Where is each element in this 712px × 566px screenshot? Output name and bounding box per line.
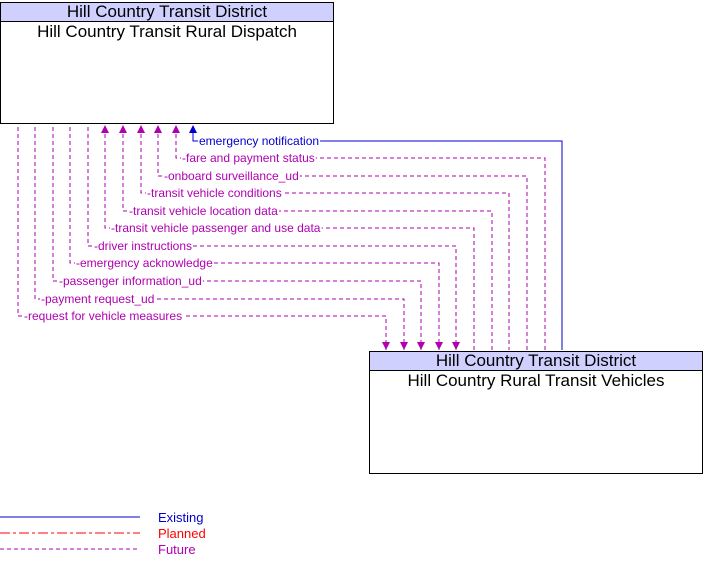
legend-item-future: Future: [0, 542, 196, 557]
legend-item-planned: Planned: [0, 526, 206, 541]
legend-label-planned: Planned: [158, 526, 206, 541]
legend-label-future: Future: [158, 542, 196, 557]
legend-item-existing: Existing: [0, 510, 204, 525]
legend-label-existing: Existing: [158, 510, 204, 525]
legend: ExistingPlannedFuture: [0, 510, 206, 557]
